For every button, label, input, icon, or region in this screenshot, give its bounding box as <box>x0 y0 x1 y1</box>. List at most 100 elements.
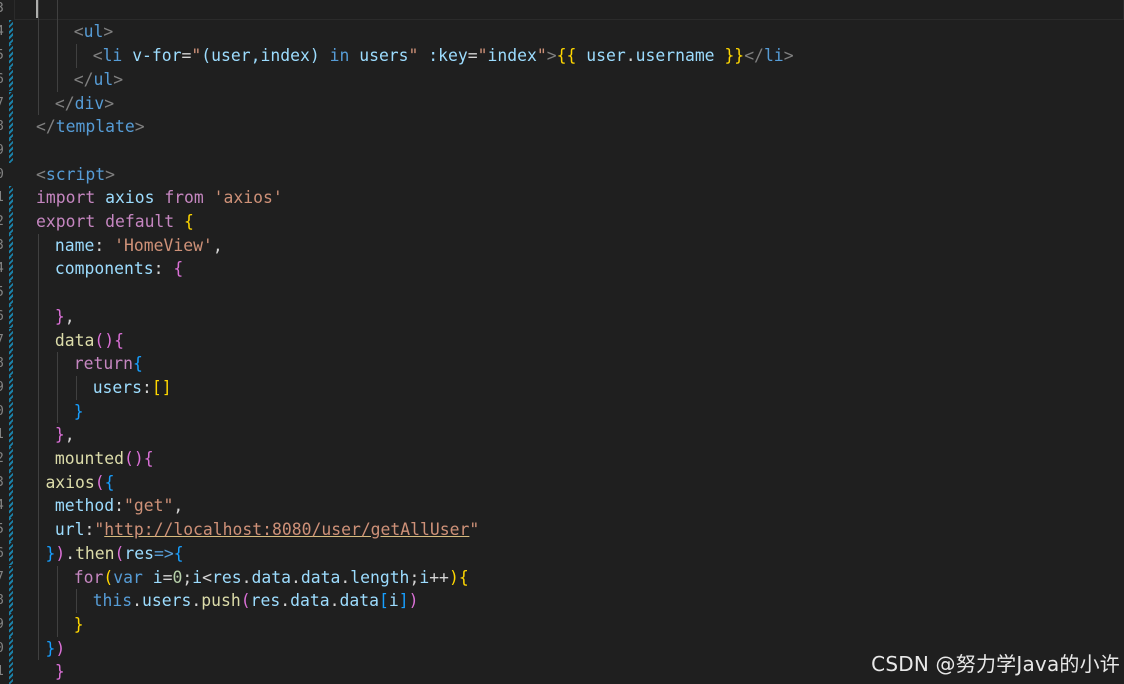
code-token: " <box>94 520 105 540</box>
code-token: : <box>84 520 95 540</box>
code-token: < <box>202 567 213 587</box>
modified-line-marker <box>9 660 13 684</box>
modified-line-marker <box>9 233 13 258</box>
code-token: . <box>241 567 252 587</box>
code-line: data(){ <box>55 329 124 353</box>
code-token: template <box>55 117 135 137</box>
code-token: res <box>212 567 242 587</box>
code-token: method <box>54 496 115 516</box>
code-token: ) <box>408 591 419 611</box>
code-line: method:"get", <box>55 494 183 518</box>
line-number-gutter[interactable]: 34567890123456789012345678901 <box>0 0 13 684</box>
modified-line-marker <box>9 541 13 566</box>
indent-guide <box>38 0 39 116</box>
code-line: import axios from 'axios' <box>36 186 283 210</box>
code-token: [] <box>151 377 172 397</box>
code-token: </ <box>744 46 764 66</box>
code-token: < <box>36 164 46 184</box>
code-token: { <box>173 259 184 279</box>
code-token: for <box>73 567 104 587</box>
code-token: } <box>73 614 84 634</box>
code-token: . <box>625 46 636 66</box>
modified-line-marker <box>9 518 13 542</box>
code-token: return <box>73 354 134 374</box>
line-number: 0 <box>0 163 10 187</box>
code-token: , <box>64 425 75 445</box>
code-token: i <box>419 567 430 587</box>
code-token: index <box>487 46 537 66</box>
code-token: (user,index) <box>201 46 320 66</box>
modified-line-marker <box>9 636 13 661</box>
code-token: ++ <box>429 567 449 587</box>
code-token: { <box>104 472 115 492</box>
code-line: }, <box>55 423 75 447</box>
modified-line-marker <box>9 257 13 282</box>
code-token: () <box>123 449 144 468</box>
code-token: data <box>290 591 330 611</box>
code-token: . <box>329 591 340 611</box>
indent-guide <box>38 233 39 661</box>
code-token: 'HomeView' <box>114 235 213 255</box>
code-token: < <box>73 22 84 42</box>
code-token: { <box>114 330 124 350</box>
code-token: { <box>173 543 184 563</box>
code-editor[interactable]: 34567890123456789012345678901 <ul><li v-… <box>0 0 1124 684</box>
code-token: ; <box>409 567 420 587</box>
modified-line-marker <box>9 423 13 447</box>
code-token: users <box>359 46 409 66</box>
code-token: users <box>92 377 143 397</box>
code-token: push <box>201 591 241 611</box>
modified-line-marker <box>9 612 13 637</box>
code-line: }, <box>55 305 75 329</box>
code-token: , <box>212 235 223 255</box>
code-token: } <box>45 543 56 563</box>
code-token: ) <box>448 567 459 587</box>
line-number: 3 <box>0 0 10 20</box>
code-token: i <box>152 567 163 587</box>
indent-guide <box>76 589 77 613</box>
code-token: </ <box>54 93 75 113</box>
code-token: from <box>164 188 204 208</box>
code-token: " <box>477 46 488 66</box>
code-token: . <box>280 591 291 611</box>
code-token: div <box>74 93 105 113</box>
code-token: :key <box>428 46 468 66</box>
code-line: </ul> <box>74 68 123 92</box>
code-token: . <box>191 591 202 611</box>
code-token: i <box>192 567 203 587</box>
code-token: this <box>92 591 133 611</box>
code-token: ) <box>55 638 66 658</box>
code-token: res <box>250 591 281 611</box>
code-token: < <box>92 46 103 66</box>
modified-line-marker <box>9 589 13 613</box>
code-token: {{ <box>556 46 577 66</box>
code-token: ( <box>94 472 105 492</box>
code-token: { <box>143 449 154 468</box>
modified-line-marker <box>9 304 13 329</box>
code-token: = <box>162 567 173 587</box>
modified-line-marker <box>9 20 13 45</box>
code-line: return{ <box>74 352 143 376</box>
code-token: () <box>94 330 115 350</box>
modified-line-marker <box>9 352 13 376</box>
code-token: li <box>763 46 784 66</box>
modified-line-marker <box>9 565 13 590</box>
code-token: ; <box>182 567 193 587</box>
code-line: <script> <box>36 163 115 187</box>
indent-guide <box>57 0 58 92</box>
code-token: } <box>54 306 65 326</box>
modified-line-marker <box>9 328 13 353</box>
code-token: ul <box>93 69 114 89</box>
code-token: > <box>113 69 124 89</box>
code-token: in <box>329 46 350 66</box>
code-token: ] <box>398 591 409 611</box>
code-token: " <box>536 46 547 66</box>
code-token: } <box>54 425 65 445</box>
